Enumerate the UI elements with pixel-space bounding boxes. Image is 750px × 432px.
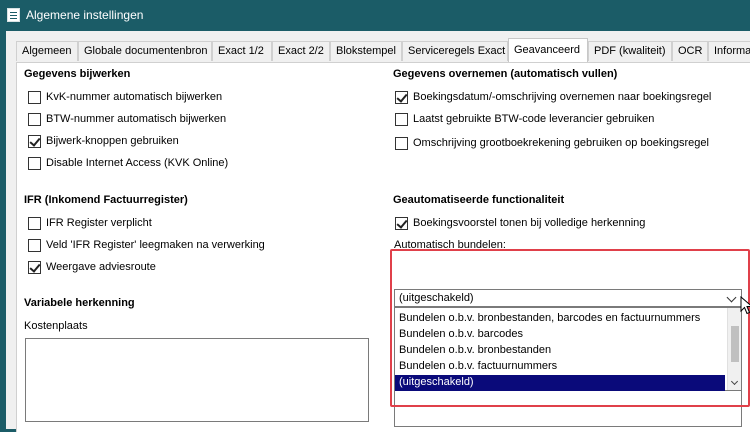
tab-blokstempel[interactable]: Blokstempel <box>330 41 402 61</box>
checkbox-box[interactable] <box>395 137 408 150</box>
section-heading-ifr: IFR (Inkomend Factuurregister) <box>24 194 188 206</box>
section-heading-gegevens-overnemen: Gegevens overnemen (automatisch vullen) <box>393 68 618 80</box>
checkbox-box[interactable] <box>28 113 41 126</box>
checkbox-box[interactable] <box>28 91 41 104</box>
tab-algemeen[interactable]: Algemeen <box>16 41 78 61</box>
checkbox-label: Omschrijving grootboekrekening gebruiken… <box>413 137 709 149</box>
tab-geavanceerd[interactable]: Geavanceerd <box>508 38 588 62</box>
section-heading-geautomatiseerd: Geautomatiseerde functionaliteit <box>393 194 565 206</box>
checkbox-label: BTW-nummer automatisch bijwerken <box>46 113 227 125</box>
kostenplaats-textarea[interactable] <box>25 338 369 422</box>
tab-informatie[interactable]: Informati <box>708 41 750 61</box>
mouse-cursor-icon <box>740 296 750 315</box>
checkbox-label: Weergave adviesroute <box>46 261 156 273</box>
tab-panel-geavanceerd: Gegevens bijwerken KvK-nummer automatisc… <box>16 62 750 432</box>
checkbox-label: Bijwerk-knoppen gebruiken <box>46 135 179 147</box>
tab-globale-documentenbron[interactable]: Globale documentenbron <box>78 41 212 61</box>
tab-pdf-kwaliteit[interactable]: PDF (kwaliteit) <box>588 41 672 61</box>
checkbox-label: IFR Register verplicht <box>46 217 152 229</box>
checkbox-box[interactable] <box>395 91 408 104</box>
checkbox-label: Disable Internet Access (KVK Online) <box>46 157 229 169</box>
checkbox-box[interactable] <box>28 217 41 230</box>
section-heading-variabele-herkenning: Variabele herkenning <box>24 297 135 309</box>
tab-ocr[interactable]: OCR <box>672 41 708 61</box>
tab-exact-1-2[interactable]: Exact 1/2 <box>212 41 272 61</box>
tab-serviceregels-exact[interactable]: Serviceregels Exact <box>402 41 508 61</box>
settings-window: Algemeen Globale documentenbron Exact 1/… <box>6 31 750 432</box>
title-bar[interactable]: Algemene instellingen <box>0 0 750 31</box>
section-heading-gegevens-bijwerken: Gegevens bijwerken <box>24 68 131 80</box>
tab-bar: Algemeen Globale documentenbron Exact 1/… <box>16 38 750 63</box>
checkbox-label: Veld 'IFR Register' leegmaken na verwerk… <box>46 239 265 251</box>
highlight-box <box>390 249 750 407</box>
checkbox-label: Boekingsvoorstel tonen bij volledige her… <box>413 217 646 229</box>
settings-document-icon <box>7 8 20 22</box>
checkbox-label: Boekingsdatum/-omschrijving overnemen na… <box>413 91 712 103</box>
checkbox-label: KvK-nummer automatisch bijwerken <box>46 91 223 103</box>
checkbox-box[interactable] <box>28 135 41 148</box>
tab-exact-2-2[interactable]: Exact 2/2 <box>272 41 330 61</box>
checkbox-box[interactable] <box>28 261 41 274</box>
checkbox-box[interactable] <box>28 157 41 170</box>
checkbox-box[interactable] <box>28 239 41 252</box>
checkbox-label: Laatst gebruikte BTW-code leverancier ge… <box>413 113 655 125</box>
kostenplaats-label: Kostenplaats <box>24 320 88 332</box>
window-title: Algemene instellingen <box>26 8 144 22</box>
checkbox-box[interactable] <box>395 217 408 230</box>
checkbox-box[interactable] <box>395 113 408 126</box>
